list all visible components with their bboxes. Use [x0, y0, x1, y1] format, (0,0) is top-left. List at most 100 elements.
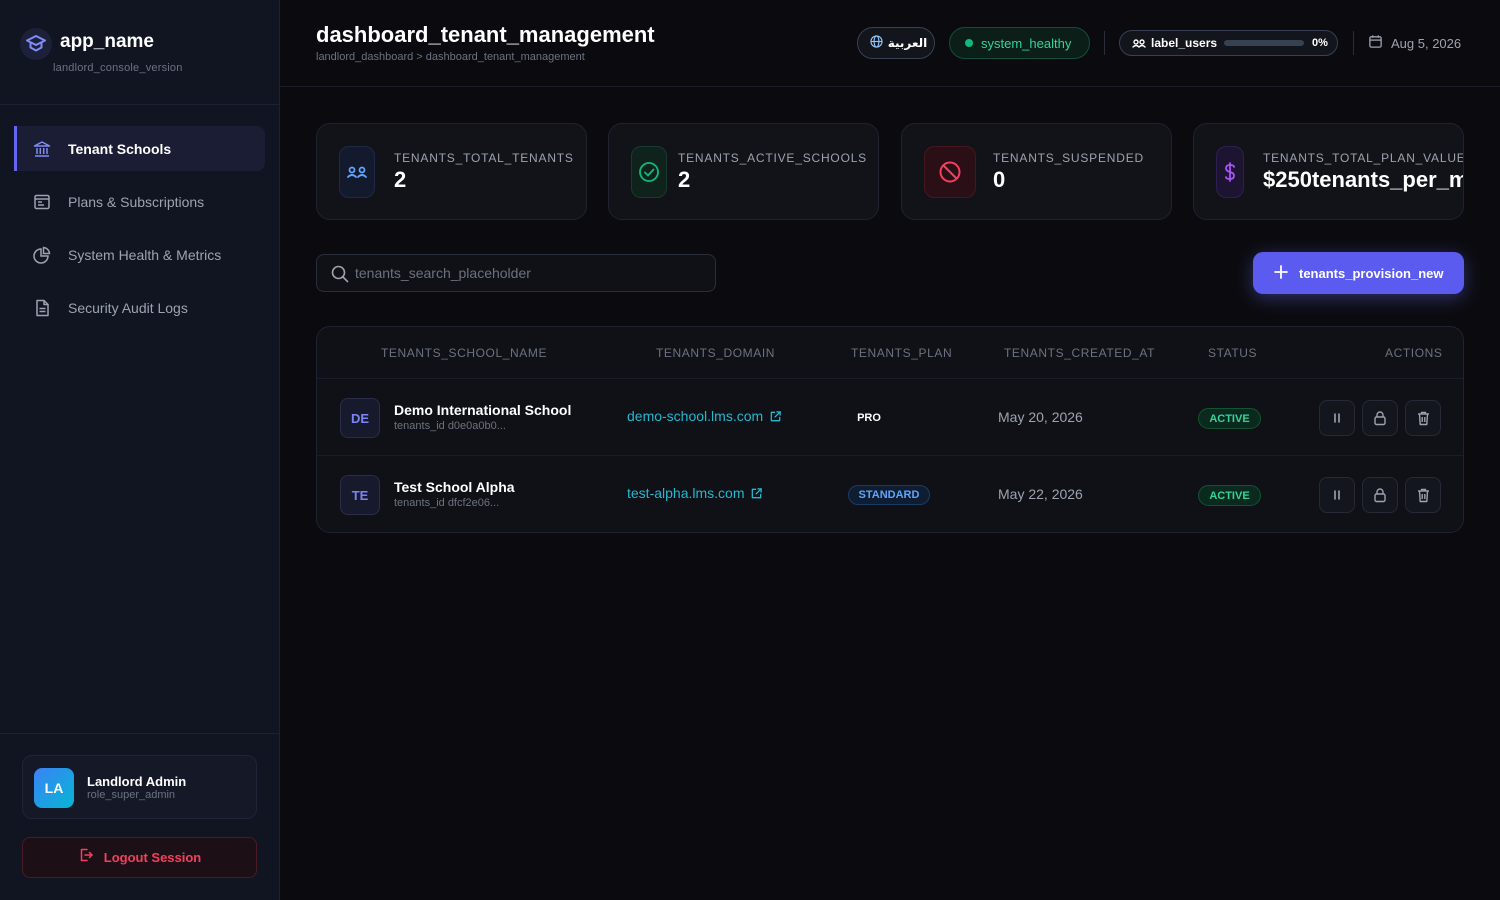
- external-link-icon: [752, 487, 763, 498]
- domain-text: demo-school.lms.com: [627, 408, 764, 424]
- bank-icon: [32, 139, 52, 159]
- external-link-icon: [770, 410, 781, 421]
- header-divider: [1104, 31, 1105, 55]
- user-card[interactable]: LA Landlord Admin role_super_admin: [22, 755, 257, 819]
- sidebar: app_name landlord_console_version Tenant…: [0, 0, 280, 900]
- system-health-label: system_healthy: [981, 35, 1072, 51]
- users-percentage: 0%: [1312, 37, 1328, 49]
- created-date: May 22, 2026: [998, 486, 1083, 502]
- column-header-plan: TENANTS_PLAN: [851, 346, 953, 360]
- table-row: DE Demo International School tenants_id …: [317, 379, 1463, 456]
- breadcrumb: landlord_dashboard > dashboard_tenant_ma…: [316, 51, 585, 63]
- stat-value: 2: [678, 167, 691, 192]
- lock-icon: [1374, 411, 1386, 426]
- header-divider: [1353, 31, 1354, 55]
- delete-button[interactable]: [1405, 400, 1441, 436]
- status-badge: ACTIVE: [1198, 485, 1261, 506]
- sidebar-item-system-health[interactable]: System Health & Metrics: [14, 232, 265, 277]
- logout-icon: [78, 847, 94, 868]
- globe-icon: [870, 35, 883, 51]
- sidebar-item-label: Plans & Subscriptions: [68, 193, 205, 210]
- school-initials: DE: [340, 398, 380, 438]
- user-role: role_super_admin: [87, 789, 176, 801]
- provision-new-tenant-button[interactable]: tenants_provision_new: [1253, 252, 1464, 294]
- column-header-created-at: TENANTS_CREATED_AT: [1004, 346, 1156, 360]
- table-row: TE Test School Alpha tenants_id dfcf2e06…: [317, 456, 1463, 532]
- lock-button[interactable]: [1362, 400, 1398, 436]
- sidebar-nav: Tenant Schools Plans & Subscriptions Sys…: [14, 126, 265, 338]
- current-date: Aug 5, 2026: [1368, 34, 1461, 52]
- logout-label: Logout Session: [103, 850, 202, 865]
- stat-label: TENANTS_TOTAL_TENANTS: [394, 151, 574, 165]
- pause-icon: [1334, 490, 1340, 500]
- stat-card-total-plan-value: TENANTS_TOTAL_PLAN_VALUE $250tenants_per…: [1193, 123, 1464, 220]
- plan-badge: STANDARD: [848, 485, 930, 505]
- school-initials: TE: [340, 475, 380, 515]
- logout-button[interactable]: Logout Session: [22, 837, 257, 878]
- delete-button[interactable]: [1405, 477, 1441, 513]
- provision-button-label: tenants_provision_new: [1299, 265, 1444, 281]
- stat-label: TENANTS_SUSPENDED: [993, 151, 1144, 165]
- search-icon: [331, 265, 349, 288]
- users-icon: [1132, 36, 1146, 51]
- stat-card-active-schools: TENANTS_ACTIVE_SCHOOLS 2: [608, 123, 879, 220]
- created-date: May 20, 2026: [998, 409, 1083, 425]
- user-name: Landlord Admin: [87, 774, 187, 789]
- sidebar-item-label: Security Audit Logs: [68, 299, 188, 316]
- system-health-badge: system_healthy: [949, 27, 1090, 59]
- stat-value: 0: [993, 167, 1006, 192]
- column-header-status: STATUS: [1208, 346, 1258, 360]
- header: dashboard_tenant_management landlord_das…: [280, 0, 1500, 87]
- lock-icon: [1374, 488, 1386, 503]
- ban-icon: [924, 146, 976, 198]
- column-header-actions: ACTIONS: [1385, 346, 1443, 360]
- invoice-icon: [32, 192, 52, 212]
- trash-icon: [1417, 488, 1429, 503]
- sidebar-item-audit-logs[interactable]: Security Audit Logs: [14, 285, 265, 330]
- page-title: dashboard_tenant_management: [316, 22, 655, 47]
- stat-value: $250tenants_per_mon: [1263, 167, 1463, 192]
- trash-icon: [1417, 411, 1429, 426]
- language-switcher[interactable]: العربية: [857, 27, 935, 59]
- date-label: Aug 5, 2026: [1391, 35, 1462, 51]
- school-name: Test School Alpha: [394, 479, 515, 495]
- tenants-table: TENANTS_SCHOOL_NAME TENANTS_DOMAIN TENAN…: [316, 326, 1464, 533]
- plan-badge: PRO: [857, 412, 881, 424]
- stat-value: 2: [394, 167, 407, 192]
- lock-button[interactable]: [1362, 477, 1398, 513]
- language-label: العربية: [887, 36, 928, 50]
- document-icon: [32, 298, 52, 318]
- sidebar-item-tenant-schools[interactable]: Tenant Schools: [14, 126, 265, 171]
- sidebar-item-plans[interactable]: Plans & Subscriptions: [14, 179, 265, 224]
- avatar: LA: [34, 768, 74, 808]
- stat-card-suspended: TENANTS_SUSPENDED 0: [901, 123, 1172, 220]
- pause-icon: [1334, 413, 1340, 423]
- app-version: landlord_console_version: [53, 62, 183, 74]
- domain-link[interactable]: demo-school.lms.com: [627, 408, 782, 424]
- calendar-icon: [1368, 34, 1383, 52]
- tenant-id: tenants_id d0e0a0b0...: [394, 420, 506, 432]
- column-header-school-name: TENANTS_SCHOOL_NAME: [381, 346, 548, 360]
- users-icon: [339, 146, 375, 198]
- brand: app_name landlord_console_version: [0, 0, 279, 105]
- suspend-button[interactable]: [1319, 400, 1355, 436]
- check-circle-icon: [631, 146, 667, 198]
- pie-chart-icon: [32, 245, 52, 265]
- search-input[interactable]: [355, 255, 705, 291]
- graduation-cap-icon: [20, 28, 52, 60]
- sidebar-item-label: Tenant Schools: [68, 140, 172, 157]
- sidebar-item-label: System Health & Metrics: [68, 246, 222, 263]
- users-label: label_users: [1151, 36, 1218, 50]
- domain-link[interactable]: test-alpha.lms.com: [627, 485, 763, 501]
- app-name: app_name: [60, 31, 154, 52]
- status-dot-icon: [965, 39, 973, 47]
- users-progress-bar: [1224, 40, 1305, 46]
- search-box: [316, 254, 716, 292]
- stat-card-total-tenants: TENANTS_TOTAL_TENANTS 2: [316, 123, 587, 220]
- column-header-domain: TENANTS_DOMAIN: [656, 346, 776, 360]
- tenant-id: tenants_id dfcf2e06...: [394, 497, 500, 509]
- users-usage-indicator: label_users 0%: [1119, 30, 1338, 56]
- domain-text: test-alpha.lms.com: [627, 485, 745, 501]
- status-badge: ACTIVE: [1198, 408, 1261, 429]
- suspend-button[interactable]: [1319, 477, 1355, 513]
